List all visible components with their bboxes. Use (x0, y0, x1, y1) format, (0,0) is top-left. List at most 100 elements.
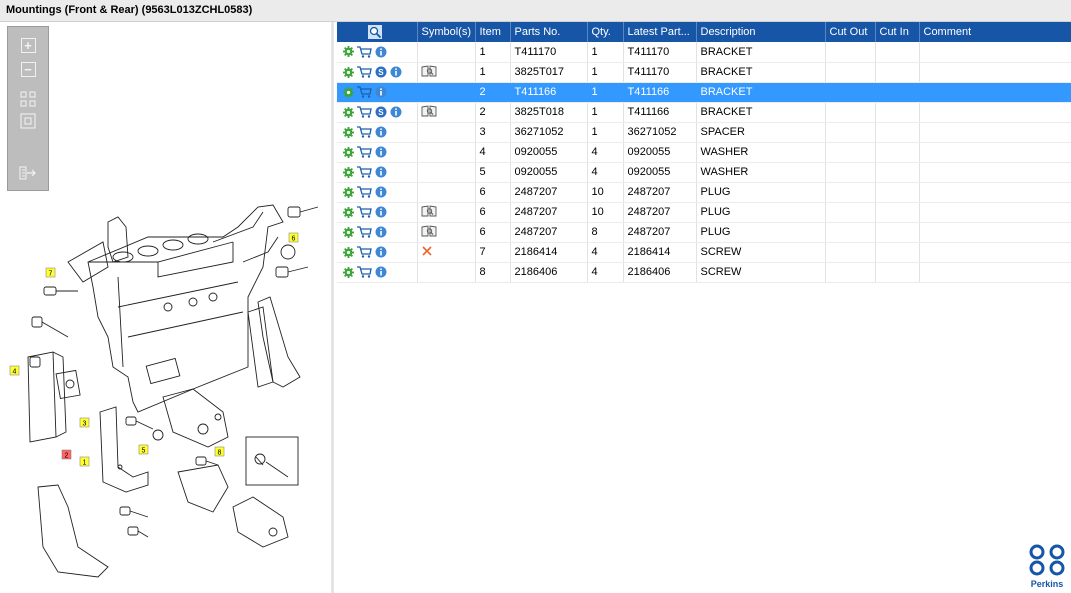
info-icon[interactable] (390, 66, 402, 78)
cart-icon[interactable] (357, 46, 372, 58)
table-row[interactable]: 5 0920055 4 0920055 WASHER (337, 162, 1071, 183)
table-row[interactable]: 6 2487207 10 2487207 PLUG (337, 202, 1071, 223)
column-item[interactable]: Item (475, 22, 511, 42)
gear-icon[interactable] (343, 66, 354, 78)
info-icon[interactable] (390, 106, 402, 118)
column-comment[interactable]: Comment (919, 22, 1071, 42)
table-row[interactable]: 6 2487207 10 2487207 PLUG (337, 182, 1071, 203)
cell-part-no[interactable]: 36271052 (510, 122, 588, 143)
cell-part-no[interactable]: 3825T017 (510, 62, 588, 83)
column-symbols[interactable]: Symbol(s) (417, 22, 476, 42)
row-symbols (417, 62, 476, 83)
cell-part-no[interactable]: 0920055 (510, 142, 588, 163)
column-cut-out[interactable]: Cut Out (825, 22, 876, 42)
gear-icon[interactable] (343, 46, 354, 58)
cell-comment (919, 42, 1071, 63)
table-row[interactable]: 2 T411166 1 T411166 BRACKET (337, 82, 1071, 103)
cell-part-no[interactable]: 3825T018 (510, 102, 588, 123)
illustration-pane[interactable]: + − 7 6 4 3 2 1 5 8 (4, 22, 334, 593)
column-parts-no[interactable]: Parts No. (510, 22, 588, 42)
cart-icon[interactable] (357, 126, 372, 138)
info-icon[interactable] (375, 246, 387, 258)
book-icon[interactable] (421, 204, 437, 217)
cell-part-no[interactable]: 2487207 (510, 182, 588, 203)
gear-icon[interactable] (343, 266, 354, 278)
info-icon[interactable] (375, 46, 387, 58)
row-actions (337, 162, 418, 183)
cart-icon[interactable] (357, 146, 372, 158)
gear-icon[interactable] (343, 146, 354, 158)
info-icon[interactable] (375, 146, 387, 158)
table-row[interactable]: 4 0920055 4 0920055 WASHER (337, 142, 1071, 163)
cell-qty: 4 (587, 142, 624, 163)
cart-icon[interactable] (357, 106, 372, 118)
cell-part-no[interactable]: 2186406 (510, 262, 588, 283)
column-description[interactable]: Description (696, 22, 826, 42)
gear-icon[interactable] (343, 106, 354, 118)
cart-icon[interactable] (357, 186, 372, 198)
cart-icon[interactable] (357, 226, 372, 238)
table-row[interactable]: S 2 3825T018 1 T411166 BRACKET (337, 102, 1071, 123)
service-s-icon[interactable]: S (375, 66, 387, 78)
cell-cut-in (875, 182, 920, 203)
cell-part-no[interactable]: 2487207 (510, 222, 588, 243)
cell-part-no[interactable]: 0920055 (510, 162, 588, 183)
cell-latest-part: T411166 (623, 82, 697, 103)
cell-part-no[interactable]: T411166 (510, 82, 588, 103)
gear-icon[interactable] (343, 246, 354, 258)
info-icon[interactable] (375, 166, 387, 178)
gear-icon[interactable] (343, 166, 354, 178)
row-actions: S (337, 62, 418, 83)
info-icon[interactable] (375, 226, 387, 238)
column-cut-in[interactable]: Cut In (875, 22, 920, 42)
cart-icon[interactable] (357, 206, 372, 218)
actual-size-icon[interactable] (16, 111, 40, 131)
row-actions (337, 202, 418, 223)
cell-qty: 10 (587, 182, 624, 203)
superseded-cross-icon[interactable] (421, 245, 433, 257)
window-title: Mountings (Front & Rear) (9563L013ZCHL05… (6, 4, 253, 16)
gear-icon[interactable] (343, 126, 354, 138)
cell-comment (919, 82, 1071, 103)
cart-icon[interactable] (357, 266, 372, 278)
service-s-icon[interactable]: S (375, 106, 387, 118)
table-row[interactable]: 1 T411170 1 T411170 BRACKET (337, 42, 1071, 63)
table-row[interactable]: S 1 3825T017 1 T411170 BRACKET (337, 62, 1071, 83)
column-qty[interactable]: Qty. (587, 22, 624, 42)
cell-cut-in (875, 242, 920, 263)
gear-icon[interactable] (343, 186, 354, 198)
table-row[interactable]: 7 2186414 4 2186414 SCREW (337, 242, 1071, 263)
cell-latest-part: 2487207 (623, 222, 697, 243)
cell-cut-out (825, 142, 876, 163)
zoom-out-icon[interactable]: − (16, 59, 40, 79)
info-icon[interactable] (375, 266, 387, 278)
gear-icon[interactable] (343, 86, 354, 98)
cart-icon[interactable] (357, 166, 372, 178)
book-icon[interactable] (421, 224, 437, 237)
cart-icon[interactable] (357, 246, 372, 258)
book-icon[interactable] (421, 104, 437, 117)
column-actions[interactable] (337, 22, 418, 42)
cell-description: PLUG (696, 222, 826, 243)
search-parts-icon[interactable] (368, 25, 383, 39)
zoom-in-icon[interactable]: + (16, 35, 40, 55)
cell-part-no[interactable]: 2487207 (510, 202, 588, 223)
table-row[interactable]: 8 2186406 4 2186406 SCREW (337, 262, 1071, 283)
table-row[interactable]: 6 2487207 8 2487207 PLUG (337, 222, 1071, 243)
table-row[interactable]: 3 36271052 1 36271052 SPACER (337, 122, 1071, 143)
info-icon[interactable] (375, 206, 387, 218)
info-icon[interactable] (375, 126, 387, 138)
book-icon[interactable] (421, 64, 437, 77)
fit-all-icon[interactable] (16, 89, 40, 109)
cell-part-no[interactable]: T411170 (510, 42, 588, 63)
cell-item: 7 (475, 242, 511, 263)
cart-icon[interactable] (357, 66, 372, 78)
info-icon[interactable] (375, 86, 387, 98)
cell-cut-in (875, 202, 920, 223)
cart-icon[interactable] (357, 86, 372, 98)
gear-icon[interactable] (343, 206, 354, 218)
info-icon[interactable] (375, 186, 387, 198)
column-latest-part[interactable]: Latest Part... (623, 22, 697, 42)
cell-part-no[interactable]: 2186414 (510, 242, 588, 263)
gear-icon[interactable] (343, 226, 354, 238)
